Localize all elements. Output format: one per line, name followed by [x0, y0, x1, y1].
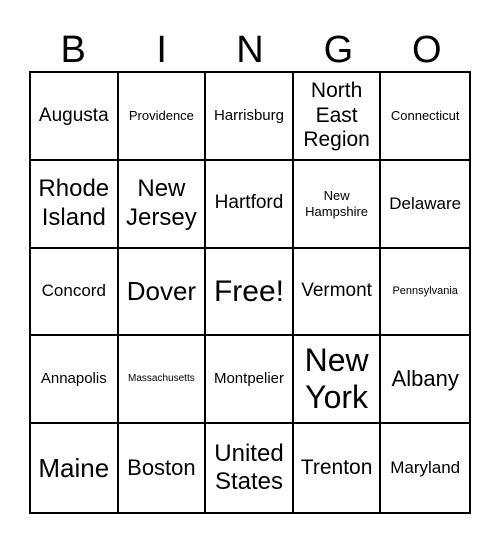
bingo-cell[interactable]: Boston	[119, 424, 207, 512]
bingo-cell-label: New Jersey	[126, 175, 197, 231]
bingo-cell-label: Albany	[391, 366, 459, 392]
bingo-cell[interactable]: Providence	[118, 73, 207, 161]
bingo-cell-label: Maine	[38, 452, 110, 483]
bingo-cell-label: Free!	[213, 274, 284, 308]
bingo-cell-label: New York	[304, 341, 369, 416]
bingo-cell[interactable]: Augusta	[31, 73, 119, 161]
bingo-cell[interactable]: Concord	[31, 248, 119, 337]
bingo-cell-label: Trenton	[300, 455, 373, 479]
bingo-cell-label: Massachusetts	[128, 373, 195, 385]
bingo-cell-label: Boston	[127, 455, 196, 481]
bingo-cell[interactable]: New York	[293, 336, 382, 425]
free-space-cell[interactable]: Free!	[206, 248, 294, 337]
bingo-cell[interactable]: Connecticut	[381, 73, 469, 161]
bingo-cell[interactable]: Hartford	[206, 160, 294, 249]
bingo-card-grid: Augusta Providence Harrisburg North East Re…	[29, 71, 471, 514]
bingo-cell[interactable]: Trenton	[294, 424, 382, 512]
bingo-cell-label: New Hampshire	[305, 188, 369, 219]
bingo-cell[interactable]: Maine	[31, 424, 119, 512]
bingo-cell-label: Connecticut	[390, 108, 460, 124]
bingo-cell-label: Augusta	[38, 104, 109, 126]
bingo-cell[interactable]: Rhode Island	[31, 160, 119, 249]
bingo-cell[interactable]: Harrisburg	[206, 73, 294, 161]
bingo-cell-label: Pennsylvania	[392, 285, 458, 297]
bingo-cell-label: North East Region	[303, 78, 370, 152]
header-letter-n: N	[236, 29, 264, 71]
bingo-cell-label: Maryland	[390, 458, 461, 478]
bingo-cell-label: Harrisburg	[213, 107, 284, 125]
bingo-cell-label: United States	[214, 439, 284, 496]
header-letter-g: G	[323, 29, 354, 71]
bingo-cell-label: Dover	[126, 276, 197, 307]
bingo-cell-label: Providence	[128, 108, 194, 124]
bingo-cell[interactable]: Annapolis	[31, 336, 119, 425]
bingo-cell[interactable]: Albany	[381, 336, 469, 425]
bingo-cell[interactable]: North East Region	[293, 73, 382, 161]
bingo-cell[interactable]: New Hampshire	[293, 160, 382, 249]
bingo-cell[interactable]: United States	[206, 424, 294, 512]
header-letter-b: B	[60, 29, 86, 71]
bingo-cell[interactable]: Montpelier	[206, 336, 294, 425]
bingo-cell[interactable]: New Jersey	[118, 160, 207, 249]
bingo-cell[interactable]: Dover	[118, 248, 207, 337]
bingo-cell-label: Annapolis	[40, 370, 107, 388]
bingo-cell[interactable]: Massachusetts	[118, 336, 207, 425]
bingo-cell-label: Vermont	[301, 280, 372, 302]
bingo-cell-label: Hartford	[214, 192, 284, 214]
bingo-cell-label: Rhode Island	[38, 175, 110, 231]
bingo-cell-label: Concord	[41, 281, 106, 301]
bingo-cell[interactable]: Maryland	[381, 424, 469, 512]
header-letter-o: O	[412, 29, 442, 71]
bingo-cell[interactable]: Pennsylvania	[381, 249, 469, 337]
bingo-cell[interactable]: Vermont	[293, 248, 382, 337]
bingo-cell-label: Montpelier	[213, 370, 285, 388]
header-letter-i: I	[156, 29, 167, 71]
bingo-cell[interactable]: Delaware	[381, 161, 469, 249]
bingo-cell-label: Delaware	[389, 193, 462, 213]
bingo-header: B I N G O	[29, 28, 471, 72]
